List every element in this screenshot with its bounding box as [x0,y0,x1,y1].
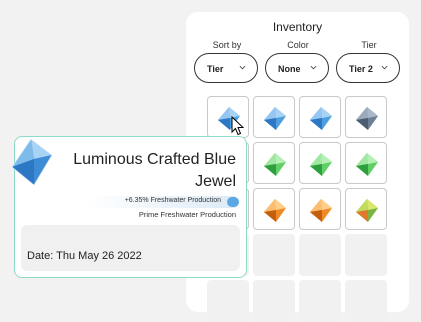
blue-gem-icon [264,107,286,130]
tier-value: Tier 2 [349,64,373,74]
inventory-slot[interactable] [253,142,295,184]
bonus-toggle[interactable] [227,197,239,207]
inventory-slot[interactable] [345,188,387,230]
sort-by-select[interactable]: Tier [194,53,258,83]
color-value: None [278,64,301,74]
chevron-down-icon [381,65,388,70]
item-details-box: Date: Thu May 26 2022 [21,225,240,271]
inventory-slot-empty[interactable] [345,234,387,276]
inventory-slot[interactable] [253,96,295,138]
chevron-down-icon [239,65,246,70]
item-subtitle: Prime Freshwater Production [138,210,236,219]
blue-gem-icon [310,107,332,130]
color-select[interactable]: None [265,53,329,83]
orange-gem-icon [310,199,332,222]
mouse-cursor-icon [231,116,245,136]
color-label: Color [287,40,309,50]
inventory-slot-empty[interactable] [299,280,341,322]
green-gem-icon [264,153,286,176]
slate-gem-icon [356,107,378,130]
mixed-gem-icon [356,199,378,222]
bonus-text: +6.35% Freshwater Production [124,197,221,204]
inventory-slot[interactable] [299,96,341,138]
item-date: Date: Thu May 26 2022 [27,250,142,262]
tier-select[interactable]: Tier 2 [336,53,400,83]
inventory-slot[interactable] [299,142,341,184]
bonus-row: +6.35% Freshwater Production [87,196,239,208]
inventory-slot-empty[interactable] [253,234,295,276]
inventory-slot[interactable] [253,188,295,230]
inventory-slot[interactable] [345,142,387,184]
inventory-title: Inventory [272,20,323,34]
sort-by-value: Tier [207,64,224,74]
inventory-slot[interactable] [345,96,387,138]
sort-by-label: Sort by [212,40,242,50]
blue-jewel-icon [11,138,53,186]
tier-label: Tier [361,40,377,50]
inventory-slot-empty[interactable] [207,280,249,322]
green-gem-icon [356,153,378,176]
chevron-down-icon [310,65,317,70]
orange-gem-icon [264,199,286,222]
item-name: Luminous Crafted Blue Jewel [73,151,236,190]
inventory-slot-empty[interactable] [345,280,387,322]
green-gem-icon [310,153,332,176]
inventory-slot-empty[interactable] [253,280,295,322]
inventory-slot-empty[interactable] [299,234,341,276]
inventory-slot[interactable] [299,188,341,230]
